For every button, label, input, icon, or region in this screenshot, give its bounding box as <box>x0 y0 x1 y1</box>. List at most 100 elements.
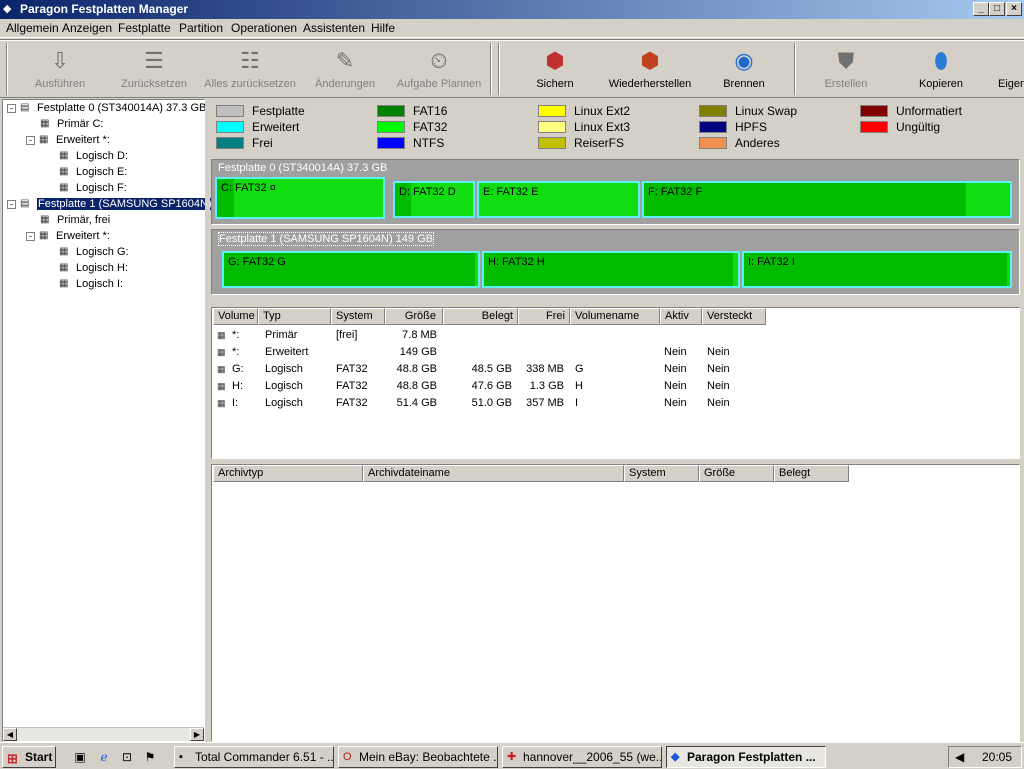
maximize-button[interactable]: □ <box>989 2 1005 16</box>
tree-node-extended[interactable]: - ▦ Erweitert *: <box>26 132 110 148</box>
tree-node-logical-e[interactable]: ▦ Logisch E: <box>59 164 127 180</box>
burn-button[interactable]: ◉ Brennen <box>718 44 770 96</box>
tree-node-primary-free[interactable]: ▦ Primär, frei <box>40 212 110 228</box>
task-ebay[interactable]: O Mein eBay: Beobachtete ... <box>338 746 498 768</box>
menu-allgemein[interactable]: Allgemein <box>6 21 59 35</box>
tree-node-primary-c[interactable]: ▦ Primär C: <box>40 116 103 132</box>
col-versteckt[interactable]: Versteckt <box>702 308 766 325</box>
execute-icon: ⇩ <box>50 48 70 73</box>
restore-button[interactable]: ⬢ Wiederherstellen <box>604 44 696 96</box>
changes-button[interactable]: ✎ Änderungen <box>310 44 380 96</box>
tree-node-disk1[interactable]: - ▤ Festplatte 1 (SAMSUNG SP1604N) <box>7 196 213 212</box>
partition-icon: ▦ <box>40 118 50 130</box>
disk0-map[interactable]: Festplatte 0 (ST340014A) 37.3 GB C: FAT3… <box>211 159 1020 225</box>
col-typ[interactable]: Typ <box>258 308 331 325</box>
tree-node-logical-d[interactable]: ▦ Logisch D: <box>59 148 128 164</box>
menu-hilfe[interactable]: Hilfe <box>371 21 395 35</box>
col-archivtyp[interactable]: Archivtyp <box>213 465 363 482</box>
close-button[interactable]: × <box>1006 2 1022 16</box>
partition-c[interactable]: C: FAT32 ¤ <box>215 177 385 219</box>
col-volume[interactable]: Volume <box>213 308 258 325</box>
toolbar-separator <box>490 43 492 95</box>
tree-node-logical-h[interactable]: ▦ Logisch H: <box>59 260 128 276</box>
col-groesse[interactable]: Größe <box>385 308 443 325</box>
task-hannover[interactable]: ✚ hannover__2006_55 (we... <box>502 746 662 768</box>
partition-h[interactable]: H: FAT32 H <box>482 251 740 288</box>
minimize-button[interactable]: _ <box>973 2 989 16</box>
disk-icon: ▤ <box>20 198 30 210</box>
title-bar: Paragon Festplatten Manager <box>0 0 1024 19</box>
tree-horizontal-scrollbar[interactable]: ◀ ▶ <box>3 727 204 741</box>
volume-table: Volume Typ System Größe Belegt Frei Volu… <box>211 307 1020 459</box>
partition-i[interactable]: I: FAT32 I <box>742 251 1012 288</box>
volume-icon: ▦ <box>217 330 226 340</box>
task-total-commander[interactable]: ▪ Total Commander 6.51 - ... <box>174 746 334 768</box>
tree-node-disk0[interactable]: - ▤ Festplatte 0 (ST340014A) 37.3 GB <box>7 100 206 116</box>
partition-f[interactable]: F: FAT32 F <box>642 181 1012 218</box>
properties-button[interactable]: ■Eigen <box>998 44 1024 96</box>
collapse-toggle[interactable]: - <box>26 231 35 241</box>
disk1-map[interactable]: Festplatte 1 (SAMSUNG SP1604N) 149 GB G:… <box>211 229 1020 295</box>
menu-assistenten[interactable]: Assistenten <box>303 21 365 35</box>
legend-swatch <box>860 105 888 117</box>
partition-d[interactable]: D: FAT32 D <box>393 181 475 218</box>
restore-icon: ⬢ <box>640 48 660 73</box>
legend-swatch <box>377 121 405 133</box>
col-aktiv[interactable]: Aktiv <box>660 308 702 325</box>
execute-button[interactable]: ⇩ Ausführen <box>22 44 98 96</box>
legend-swatch <box>699 105 727 117</box>
undo-button[interactable]: ☰ Zurücksetzen <box>112 44 196 96</box>
col-volumename[interactable]: Volumename <box>570 308 660 325</box>
partition-e[interactable]: E: FAT32 E <box>477 181 640 218</box>
partition-icon: ▦ <box>59 262 69 274</box>
volume-icon: ▦ <box>217 381 226 391</box>
panel-splitter[interactable] <box>205 99 210 742</box>
menu-partition[interactable]: Partition <box>179 21 223 35</box>
tree-node-logical-f[interactable]: ▦ Logisch F: <box>59 180 127 196</box>
start-button[interactable]: ⊞ Start <box>2 746 56 768</box>
partition-icon: ▦ <box>39 230 49 242</box>
undo-all-button[interactable]: ☷ Alles zurücksetzen <box>202 44 298 96</box>
copy-button[interactable]: ⬮ Kopieren <box>912 44 970 96</box>
network-icon[interactable]: ⊡ <box>119 749 135 765</box>
opera-icon: O <box>343 751 352 763</box>
quicklaunch-app-icon[interactable]: ⚑ <box>142 749 158 765</box>
partition-g[interactable]: G: FAT32 G <box>222 251 480 288</box>
collapse-toggle[interactable]: - <box>7 199 16 209</box>
volume-icon[interactable]: ◀ <box>955 747 964 767</box>
scroll-left-arrow-icon[interactable]: ◀ <box>3 728 17 741</box>
col-archive-belegt[interactable]: Belegt <box>774 465 849 482</box>
col-archivdateiname[interactable]: Archivdateiname <box>363 465 624 482</box>
collapse-toggle[interactable]: - <box>26 135 35 145</box>
tree-node-logical-i[interactable]: ▦ Logisch I: <box>59 276 123 292</box>
burn-icon: ◉ <box>734 48 754 73</box>
schedule-button[interactable]: ⏲ Aufgabe Plannen <box>394 44 484 96</box>
toolbar-grip <box>6 43 8 95</box>
show-desktop-icon[interactable]: ▣ <box>72 749 88 765</box>
menu-anzeigen[interactable]: Anzeigen <box>62 21 112 35</box>
legend-swatch <box>216 121 244 133</box>
legend-swatch <box>538 105 566 117</box>
col-system[interactable]: System <box>331 308 385 325</box>
create-icon: ⛊ <box>837 48 855 73</box>
scroll-right-arrow-icon[interactable]: ▶ <box>190 728 204 741</box>
app-icon[interactable]: ◆ <box>3 2 17 16</box>
menu-operationen[interactable]: Operationen <box>231 21 297 35</box>
partition-icon: ▦ <box>40 214 50 226</box>
image-viewer-icon: ✚ <box>507 751 517 763</box>
collapse-toggle[interactable]: - <box>7 103 16 113</box>
col-archive-system[interactable]: System <box>624 465 699 482</box>
menu-festplatte[interactable]: Festplatte <box>118 21 171 35</box>
volume-icon: ▦ <box>217 398 226 408</box>
col-belegt[interactable]: Belegt <box>443 308 518 325</box>
internet-explorer-icon[interactable]: ℯ <box>96 749 112 765</box>
tree-node-logical-g[interactable]: ▦ Logisch G: <box>59 244 129 260</box>
disk-tree[interactable]: - ▤ Festplatte 0 (ST340014A) 37.3 GB ▦ Prim… <box>2 99 213 742</box>
create-button[interactable]: ⛊ Erstellen <box>818 44 874 96</box>
task-paragon[interactable]: ◆ Paragon Festplatten ... <box>666 746 826 768</box>
backup-button[interactable]: ⬢ Sichern <box>530 44 580 96</box>
col-archive-groesse[interactable]: Größe <box>699 465 774 482</box>
window-title: Paragon Festplatten Manager <box>20 2 189 16</box>
col-frei[interactable]: Frei <box>518 308 570 325</box>
tree-node-extended[interactable]: - ▦ Erweitert *: <box>26 228 110 244</box>
